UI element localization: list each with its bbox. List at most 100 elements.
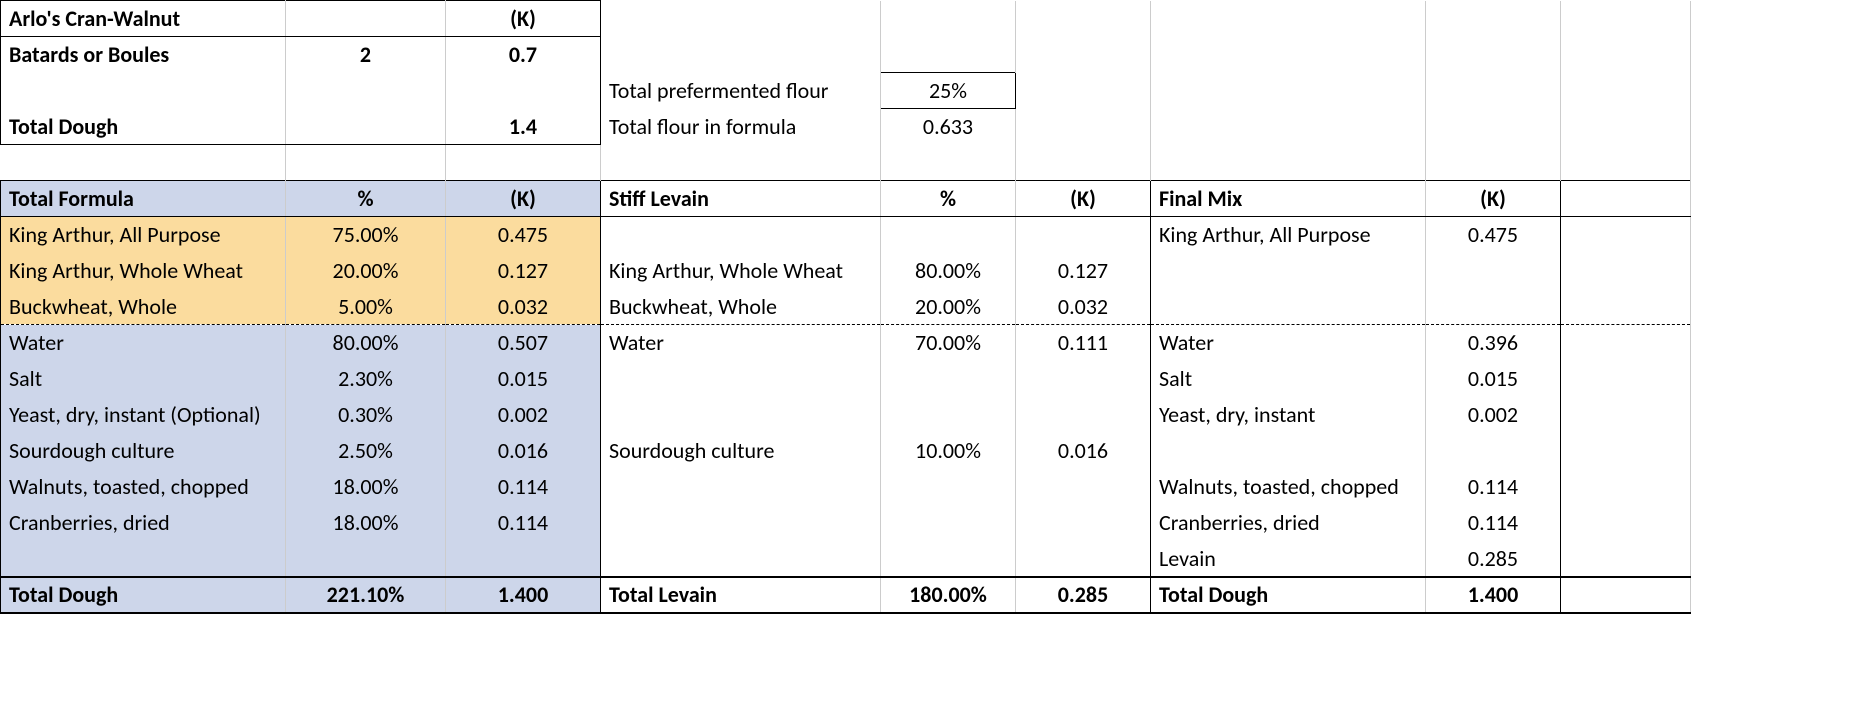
total-dough-weight: 1.4 [446, 109, 601, 145]
tf-k: 0.114 [446, 469, 601, 505]
sl-pct [881, 217, 1016, 253]
fm-total-k: 1.400 [1426, 577, 1561, 613]
sl-k: 0.016 [1016, 433, 1151, 469]
tpf-value: 25% [881, 73, 1016, 109]
sl-k: 0.127 [1016, 253, 1151, 289]
tf-k: 0.032 [446, 289, 601, 325]
sl-pct [881, 361, 1016, 397]
fm-name [1151, 433, 1426, 469]
tf-name: Yeast, dry, instant (Optional) [1, 397, 286, 433]
tf-col-k: (K) [446, 181, 601, 217]
total-formula-header: Total Formula [1, 181, 286, 217]
recipe-spreadsheet: Arlo's Cran-Walnut (K) Batards or Boules… [0, 0, 1691, 614]
tf-k: 0.016 [446, 433, 601, 469]
sl-k: 0.032 [1016, 289, 1151, 325]
sl-name [601, 217, 881, 253]
tf-pct: 18.00% [286, 505, 446, 541]
final-mix-header: Final Mix [1151, 181, 1426, 217]
fm-name: King Arthur, All Purpose [1151, 217, 1426, 253]
tf-pct: 75.00% [286, 217, 446, 253]
unit-label: (K) [446, 1, 601, 37]
tf-k: 0.015 [446, 361, 601, 397]
tf-name: King Arthur, Whole Wheat [1, 253, 286, 289]
fm-k: 0.114 [1426, 505, 1561, 541]
sl-name [601, 361, 881, 397]
sl-total-label: Total Levain [601, 577, 881, 613]
fm-name: Walnuts, toasted, chopped [1151, 469, 1426, 505]
sl-k [1016, 397, 1151, 433]
batards-label: Batards or Boules [1, 37, 286, 73]
tpf-label: Total prefermented flour [601, 73, 881, 109]
fm-k: 0.015 [1426, 361, 1561, 397]
recipe-title: Arlo's Cran-Walnut [1, 1, 286, 37]
sl-pct: 80.00% [881, 253, 1016, 289]
fm-col-k: (K) [1426, 181, 1561, 217]
sl-pct [881, 397, 1016, 433]
fm-k [1426, 253, 1561, 289]
fm-k: 0.396 [1426, 325, 1561, 361]
tf-name: Water [1, 325, 286, 361]
fm-k [1426, 289, 1561, 325]
sl-col-pct: % [881, 181, 1016, 217]
sl-name: King Arthur, Whole Wheat [601, 253, 881, 289]
tf-col-pct: % [286, 181, 446, 217]
fm-total-label: Total Dough [1151, 577, 1426, 613]
sl-pct [881, 505, 1016, 541]
tf-pct: 2.30% [286, 361, 446, 397]
tf-k: 0.507 [446, 325, 601, 361]
sl-k [1016, 469, 1151, 505]
tf-k: 0.127 [446, 253, 601, 289]
sl-name [601, 469, 881, 505]
tf-total-label: Total Dough [1, 577, 286, 613]
sl-pct: 10.00% [881, 433, 1016, 469]
tf-total-pct: 221.10% [286, 577, 446, 613]
tf-pct: 18.00% [286, 469, 446, 505]
sl-name [601, 505, 881, 541]
sl-col-k: (K) [1016, 181, 1151, 217]
sl-name [601, 397, 881, 433]
fm-k [1426, 433, 1561, 469]
fm-k: 0.475 [1426, 217, 1561, 253]
fm-k: 0.114 [1426, 469, 1561, 505]
sl-k: 0.111 [1016, 325, 1151, 361]
fm-name: Salt [1151, 361, 1426, 397]
tf-k: 0.475 [446, 217, 601, 253]
sl-pct [881, 469, 1016, 505]
sl-pct: 20.00% [881, 289, 1016, 325]
tf-k: 0.114 [446, 505, 601, 541]
batards-qty: 2 [286, 37, 446, 73]
tf-name: Walnuts, toasted, chopped [1, 469, 286, 505]
tf-pct: 80.00% [286, 325, 446, 361]
tf-pct: 20.00% [286, 253, 446, 289]
stiff-levain-header: Stiff Levain [601, 181, 881, 217]
tf-name: Buckwheat, Whole [1, 289, 286, 325]
tf-name: King Arthur, All Purpose [1, 217, 286, 253]
tf-k: 0.002 [446, 397, 601, 433]
fm-name: Water [1151, 325, 1426, 361]
fm-name [1151, 253, 1426, 289]
sl-name: Buckwheat, Whole [601, 289, 881, 325]
fm-name [1151, 289, 1426, 325]
fm-name: Yeast, dry, instant [1151, 397, 1426, 433]
tf-pct: 2.50% [286, 433, 446, 469]
fm-name: Levain [1151, 541, 1426, 577]
tf-name: Cranberries, dried [1, 505, 286, 541]
fm-k: 0.285 [1426, 541, 1561, 577]
sl-name: Sourdough culture [601, 433, 881, 469]
sl-total-k: 0.285 [1016, 577, 1151, 613]
fm-k: 0.002 [1426, 397, 1561, 433]
sl-name: Water [601, 325, 881, 361]
sl-k [1016, 217, 1151, 253]
tf-pct: 0.30% [286, 397, 446, 433]
tf-pct: 5.00% [286, 289, 446, 325]
batards-weight: 0.7 [446, 37, 601, 73]
tf-total-k: 1.400 [446, 577, 601, 613]
tfif-label: Total flour in formula [601, 109, 881, 145]
fm-name: Cranberries, dried [1151, 505, 1426, 541]
sl-k [1016, 361, 1151, 397]
tfif-value: 0.633 [881, 109, 1016, 145]
tf-name: Sourdough culture [1, 433, 286, 469]
total-dough-label: Total Dough [1, 109, 286, 145]
sl-pct: 70.00% [881, 325, 1016, 361]
sl-total-pct: 180.00% [881, 577, 1016, 613]
